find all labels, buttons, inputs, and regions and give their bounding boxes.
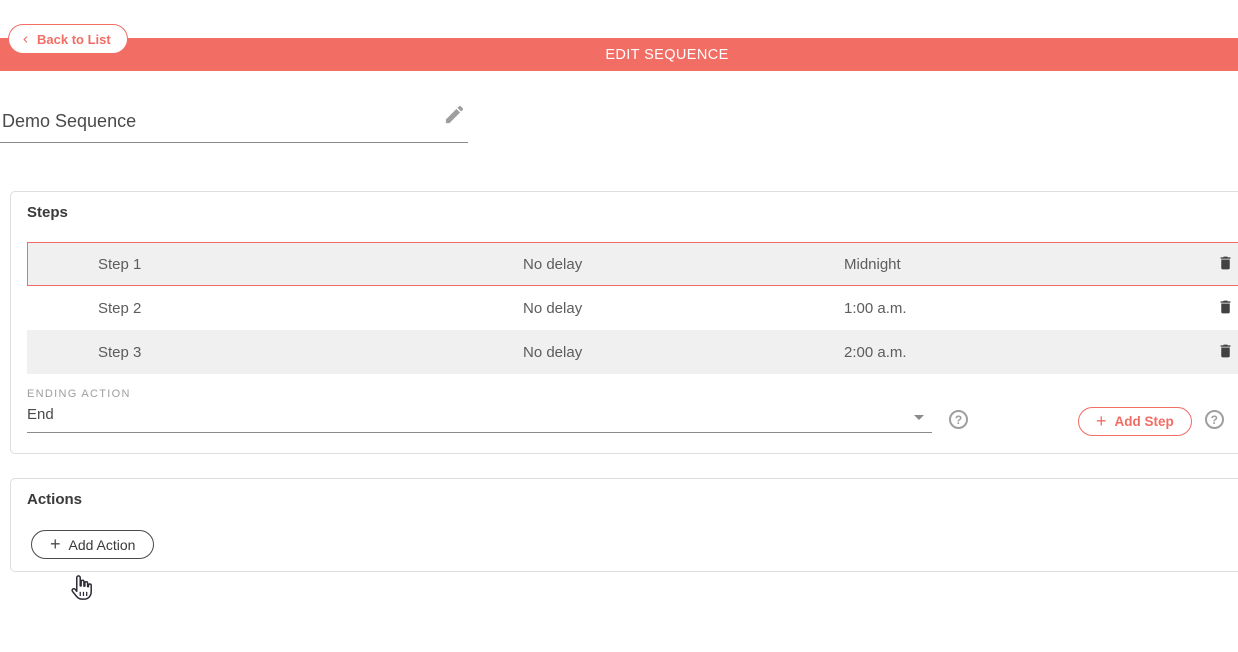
plus-icon: +	[50, 535, 61, 553]
banner-title: EDIT SEQUENCE	[605, 47, 728, 63]
caret-down-icon	[914, 415, 924, 420]
back-to-list-label: Back to List	[37, 32, 111, 47]
steps-card-title: Steps	[27, 204, 1238, 221]
step-name: Step 3	[28, 344, 523, 361]
step-row[interactable]: Step 2 No delay 1:00 a.m.	[27, 286, 1238, 330]
trash-icon	[1217, 342, 1234, 363]
add-step-help-icon[interactable]: ?	[1205, 410, 1224, 429]
step-delay: No delay	[523, 300, 844, 317]
help-glyph: ?	[1211, 413, 1218, 427]
pencil-icon[interactable]	[443, 103, 466, 131]
sequence-name-value: Demo Sequence	[2, 111, 136, 131]
add-step-button[interactable]: + Add Step	[1078, 407, 1192, 436]
ending-action-row: ENDING ACTION End ? + Add Step ?	[27, 388, 1238, 433]
actions-card: Actions + Add Action	[10, 478, 1238, 572]
add-step-label: Add Step	[1115, 414, 1174, 429]
add-action-button[interactable]: + Add Action	[31, 530, 154, 559]
trash-icon	[1217, 298, 1234, 319]
ending-action-help-icon[interactable]: ?	[949, 410, 968, 429]
delete-step-button[interactable]	[1210, 342, 1234, 363]
step-schedule: 2:00 a.m.	[844, 344, 1210, 361]
plus-icon: +	[1096, 412, 1107, 430]
step-name: Step 2	[28, 300, 523, 317]
steps-table: Step 1 No delay Midnight Step 2 No delay…	[27, 242, 1238, 374]
step-name: Step 1	[28, 256, 523, 273]
ending-action-label: ENDING ACTION	[27, 388, 932, 400]
back-to-list-button[interactable]: Back to List	[8, 24, 128, 54]
trash-icon	[1217, 254, 1234, 275]
add-action-label: Add Action	[69, 537, 136, 553]
delete-step-button[interactable]	[1210, 254, 1234, 275]
ending-action-select[interactable]: ENDING ACTION End	[27, 388, 932, 433]
steps-card: Steps Step 1 No delay Midnight Step 2 No…	[10, 191, 1238, 454]
ending-action-value: End	[27, 406, 54, 423]
step-schedule: 1:00 a.m.	[844, 300, 1210, 317]
step-delay: No delay	[523, 256, 844, 273]
step-schedule: Midnight	[844, 256, 1210, 273]
step-row[interactable]: Step 1 No delay Midnight	[27, 242, 1238, 286]
actions-card-title: Actions	[27, 491, 1238, 508]
hand-cursor-icon	[66, 574, 94, 609]
edit-sequence-banner: EDIT SEQUENCE	[0, 38, 1238, 71]
chevron-left-icon	[19, 33, 32, 46]
delete-step-button[interactable]	[1210, 298, 1234, 319]
sequence-name-field[interactable]: Demo Sequence	[0, 103, 468, 143]
step-delay: No delay	[523, 344, 844, 361]
page: Back to List EDIT SEQUENCE Demo Sequence…	[0, 38, 1238, 572]
help-glyph: ?	[955, 413, 962, 427]
step-row[interactable]: Step 3 No delay 2:00 a.m.	[27, 330, 1238, 374]
